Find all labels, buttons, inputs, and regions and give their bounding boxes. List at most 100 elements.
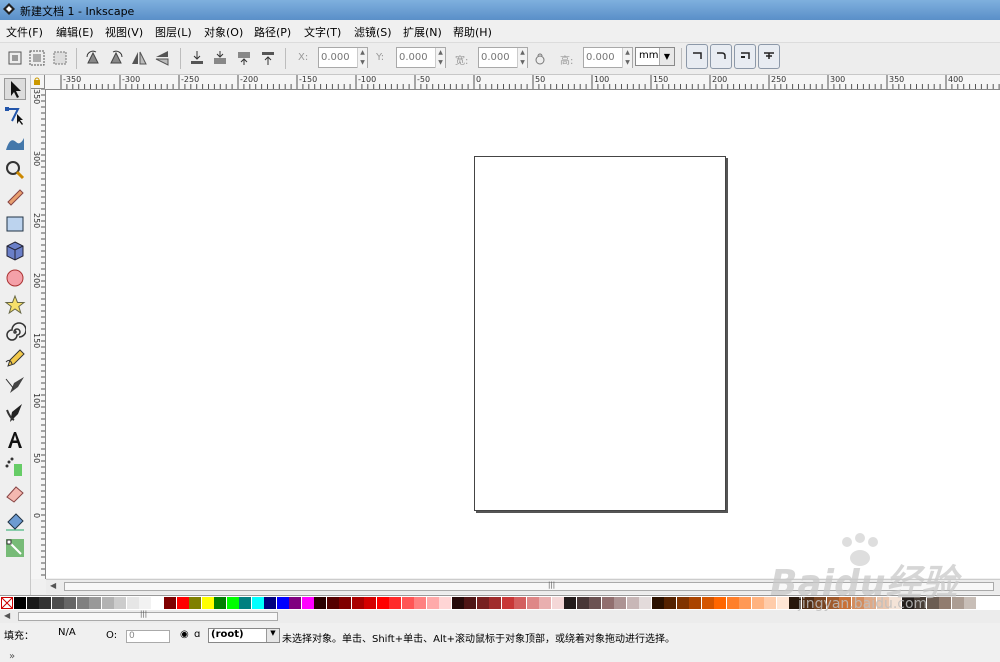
color-swatch[interactable]: [276, 597, 289, 609]
menu-edit[interactable]: 编辑(E): [56, 24, 94, 40]
color-swatch[interactable]: [701, 597, 714, 609]
color-swatch[interactable]: [589, 597, 601, 609]
raise-to-top-icon[interactable]: [259, 49, 277, 67]
color-swatch[interactable]: [601, 597, 614, 609]
height-up-arrow-icon[interactable]: ▲: [622, 48, 632, 58]
unit-select[interactable]: mm ▼: [635, 47, 675, 66]
color-swatch[interactable]: [501, 597, 514, 609]
color-swatch[interactable]: [414, 597, 426, 609]
color-swatch[interactable]: [164, 597, 176, 609]
scale-corners-toggle[interactable]: [710, 44, 732, 69]
color-swatch[interactable]: [376, 597, 389, 609]
y-up-arrow-icon[interactable]: ▲: [435, 48, 445, 58]
x-up-arrow-icon[interactable]: ▲: [357, 48, 367, 58]
tool-ellipse[interactable]: [4, 267, 26, 289]
color-swatch[interactable]: [514, 597, 526, 609]
scale-stroke-toggle[interactable]: [686, 44, 708, 69]
menu-text[interactable]: 文字(T): [304, 24, 341, 40]
color-swatch[interactable]: [401, 597, 414, 609]
color-swatch[interactable]: [114, 597, 126, 609]
tool-zoom[interactable]: [4, 159, 26, 181]
chevron-down-icon[interactable]: ▼: [659, 48, 674, 65]
color-swatch[interactable]: [439, 597, 451, 609]
color-swatch[interactable]: [714, 597, 726, 609]
color-swatch[interactable]: [51, 597, 64, 609]
color-swatch[interactable]: [676, 597, 689, 609]
color-swatch[interactable]: [364, 597, 376, 609]
menu-object[interactable]: 对象(O): [204, 24, 243, 40]
color-swatch[interactable]: [314, 597, 326, 609]
opacity-spinbox[interactable]: 0: [126, 630, 170, 643]
x-down-arrow-icon[interactable]: ▼: [357, 58, 367, 68]
tool-paint-bucket[interactable]: [4, 510, 26, 532]
color-swatch[interactable]: [464, 597, 476, 609]
lock-guides-icon[interactable]: [31, 75, 43, 87]
color-swatch[interactable]: [226, 597, 239, 609]
color-swatch[interactable]: [639, 597, 651, 609]
menu-path[interactable]: 路径(P): [254, 24, 291, 40]
color-swatch[interactable]: [339, 597, 351, 609]
no-paint-swatch[interactable]: [1, 597, 13, 609]
lower-icon[interactable]: [211, 49, 229, 67]
document-page[interactable]: [474, 156, 726, 511]
color-swatch[interactable]: [726, 597, 739, 609]
color-swatch[interactable]: [651, 597, 664, 609]
deselect-icon[interactable]: [51, 49, 69, 67]
color-swatch[interactable]: [426, 597, 439, 609]
color-swatch[interactable]: [576, 597, 589, 609]
color-swatch[interactable]: [89, 597, 101, 609]
color-swatch[interactable]: [14, 597, 26, 609]
transform-gradients-toggle[interactable]: [734, 44, 756, 69]
color-swatch[interactable]: [564, 597, 576, 609]
color-swatch[interactable]: [689, 597, 701, 609]
color-swatch[interactable]: [39, 597, 51, 609]
menu-layer[interactable]: 图层(L): [155, 24, 192, 40]
rotate-cw-icon[interactable]: [107, 49, 125, 67]
palette-scroll-left-icon[interactable]: ◀: [4, 611, 10, 620]
color-swatch[interactable]: [351, 597, 364, 609]
raise-icon[interactable]: [235, 49, 253, 67]
color-swatch[interactable]: [614, 597, 626, 609]
color-swatch[interactable]: [201, 597, 214, 609]
color-swatch[interactable]: [76, 597, 89, 609]
color-swatch[interactable]: [251, 597, 264, 609]
color-swatch[interactable]: [139, 597, 151, 609]
menu-filters[interactable]: 滤镜(S): [354, 24, 392, 40]
color-swatch[interactable]: [664, 597, 676, 609]
color-swatch[interactable]: [176, 597, 189, 609]
color-swatch[interactable]: [301, 597, 314, 609]
color-swatch[interactable]: [551, 597, 564, 609]
lock-layer-icon[interactable]: ɑ: [194, 629, 200, 640]
tool-pencil[interactable]: [4, 348, 26, 370]
tool-gradient[interactable]: [4, 537, 26, 559]
color-swatch[interactable]: [126, 597, 139, 609]
tool-eraser[interactable]: [4, 483, 26, 505]
x-spinbox[interactable]: ▲ ▼: [318, 47, 368, 68]
color-swatch[interactable]: [326, 597, 339, 609]
color-swatch[interactable]: [389, 597, 401, 609]
y-spinbox[interactable]: ▲ ▼: [396, 47, 446, 68]
color-swatch[interactable]: [539, 597, 551, 609]
scroll-left-icon[interactable]: ◀: [50, 581, 56, 590]
expand-toolbox-icon[interactable]: »: [9, 651, 15, 662]
color-swatch[interactable]: [239, 597, 251, 609]
tool-spray[interactable]: [4, 456, 26, 478]
flip-vertical-icon[interactable]: [153, 49, 171, 67]
color-swatch[interactable]: [476, 597, 489, 609]
tool-star[interactable]: [4, 294, 26, 316]
tool-text[interactable]: [4, 429, 26, 451]
tool-calligraphy[interactable]: [4, 402, 26, 424]
color-swatch[interactable]: [151, 597, 164, 609]
menu-view[interactable]: 视图(V): [105, 24, 143, 40]
menu-extensions[interactable]: 扩展(N): [403, 24, 442, 40]
menu-file[interactable]: 文件(F): [6, 24, 43, 40]
lower-to-bottom-icon[interactable]: [188, 49, 206, 67]
tool-measure[interactable]: [4, 186, 26, 208]
height-down-arrow-icon[interactable]: ▼: [622, 58, 632, 68]
select-all-icon[interactable]: [6, 49, 24, 67]
height-spinbox[interactable]: ▲ ▼: [583, 47, 633, 68]
tool-3d-box[interactable]: [4, 240, 26, 262]
menu-help[interactable]: 帮助(H): [453, 24, 492, 40]
color-swatch[interactable]: [26, 597, 39, 609]
chevron-down-icon[interactable]: ▼: [266, 629, 279, 642]
